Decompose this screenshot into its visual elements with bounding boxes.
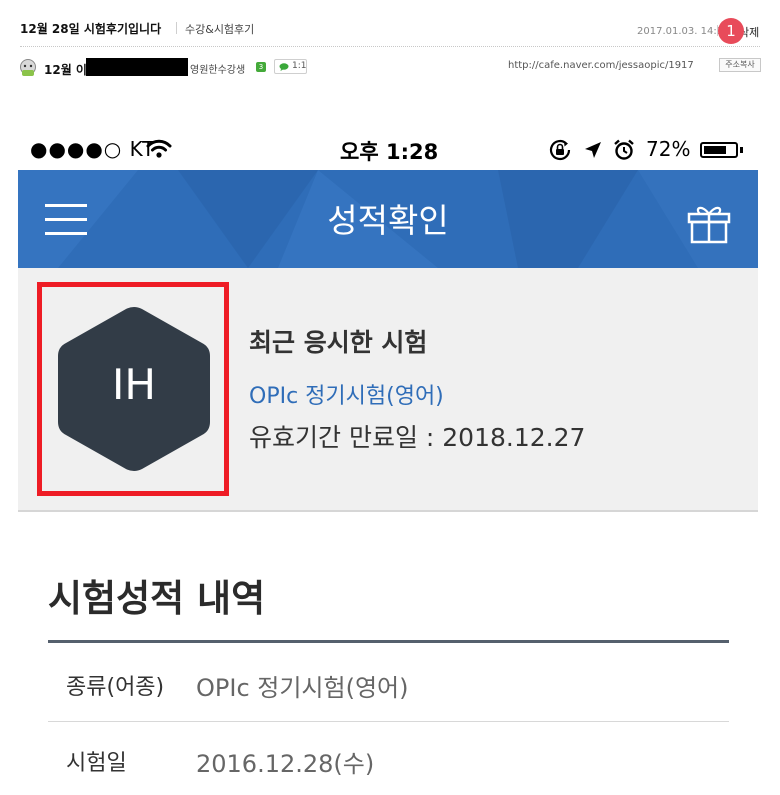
row-label-date: 시험일 <box>66 751 127 776</box>
row-value-date: 2016.12.28(수) <box>196 750 375 778</box>
chat-button-label: 1:1 <box>292 61 307 71</box>
chat-button[interactable]: 1:1 <box>274 59 307 74</box>
battery-icon <box>700 142 738 158</box>
recent-exam-title: 최근 응시한 시험 <box>249 328 428 357</box>
highlight-box <box>37 282 229 496</box>
author-grade: 영원한수강생 <box>190 65 246 76</box>
user-avatar-icon[interactable] <box>18 58 38 78</box>
recent-exam-link[interactable]: OPIc 정기시험(영어) <box>249 378 444 410</box>
section-title: 시험성적 내역 <box>48 577 266 620</box>
post-date: 2017.01.03. 14:10 <box>637 26 730 37</box>
location-arrow-icon <box>585 142 601 158</box>
row-divider <box>48 721 729 722</box>
notification-badge: 1 <box>718 18 744 44</box>
rotation-lock-icon <box>549 139 571 161</box>
header-divider <box>20 46 760 47</box>
carrier-label: ●●●●○ KT <box>30 137 156 161</box>
redaction-bar <box>86 58 188 76</box>
post-category-link[interactable]: 수강&시험후기 <box>185 21 254 37</box>
title-divider <box>176 22 177 34</box>
battery-fill <box>704 146 726 154</box>
alarm-clock-icon <box>614 139 634 160</box>
row-label-type: 종류(어종) <box>66 675 165 700</box>
wifi-icon <box>146 139 172 158</box>
status-carrier: ●●●●○ KT <box>30 137 155 161</box>
row-value-type: OPIc 정기시험(영어) <box>196 674 409 702</box>
battery-percent: 72% <box>646 137 691 161</box>
grade-badge: 3 <box>256 62 266 72</box>
section-divider <box>48 640 729 643</box>
post-url[interactable]: http://cafe.naver.com/jessaopic/1917 <box>508 60 694 71</box>
gift-icon[interactable] <box>686 200 732 244</box>
header-title: 성적확인 <box>327 201 449 240</box>
status-time: 오후 1:28 <box>340 140 439 164</box>
copy-url-button[interactable]: 주소복사 <box>719 58 761 72</box>
app-header: 성적확인 <box>18 170 758 268</box>
author-name[interactable]: 12월 이 <box>44 61 87 78</box>
chat-bubble-icon <box>279 63 289 71</box>
expiry-date: 유효기간 만료일 : 2018.12.27 <box>249 423 586 452</box>
battery-tip <box>740 147 743 153</box>
post-title[interactable]: 12월 28일 시험후기입니다 <box>20 20 161 37</box>
